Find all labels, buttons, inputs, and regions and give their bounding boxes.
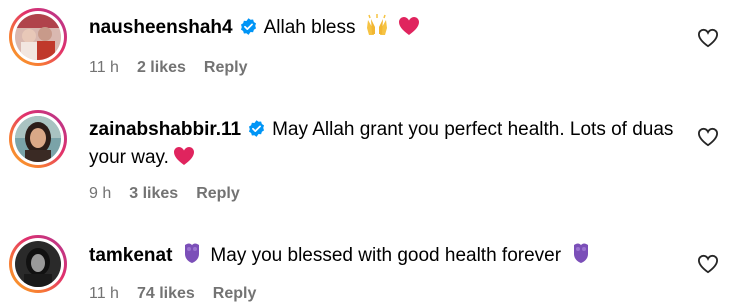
avatar	[15, 14, 61, 60]
avatar-story-ring[interactable]	[9, 8, 67, 66]
avatar-story-ring[interactable]	[9, 110, 67, 168]
likes-count-link[interactable]: 74 likes	[137, 285, 195, 302]
red-heart-emoji	[173, 147, 194, 165]
comment-text: May you blessed with good health forever	[210, 245, 562, 266]
username-link[interactable]: nausheenshah4	[89, 17, 233, 38]
comment-timestamp: 11 h	[89, 285, 119, 302]
comment-body: nausheenshah4 Allah bless	[89, 14, 679, 42]
verified-badge-icon	[240, 18, 256, 35]
comment-meta: 11 h 2 likes Reply	[89, 58, 265, 78]
comment-timestamp: 9 h	[89, 185, 112, 202]
username-link[interactable]: zainabshabbir.11	[89, 119, 241, 140]
avatar	[15, 241, 61, 287]
avatar	[15, 116, 61, 162]
purple-shield-emoji	[574, 243, 589, 263]
like-heart-icon[interactable]	[697, 28, 719, 48]
reply-button[interactable]: Reply	[213, 285, 257, 302]
username-link[interactable]: tamkenat	[89, 245, 172, 266]
comment-timestamp: 11 h	[89, 59, 119, 76]
verified-badge-icon	[249, 120, 265, 137]
like-heart-icon[interactable]	[697, 127, 719, 147]
avatar-story-ring[interactable]	[9, 235, 67, 293]
comment-meta: 11 h 74 likes Reply	[89, 284, 274, 304]
comment-body: zainabshabbir.11 May Allah grant you perf…	[89, 116, 679, 172]
comment-meta: 9 h 3 likes Reply	[89, 184, 258, 204]
reply-button[interactable]: Reply	[204, 59, 248, 76]
comment-text: Allah bless	[263, 17, 356, 38]
likes-count-link[interactable]: 3 likes	[129, 185, 178, 202]
red-heart-emoji	[399, 17, 420, 35]
like-heart-icon[interactable]	[697, 254, 719, 274]
reply-button[interactable]: Reply	[196, 185, 240, 202]
likes-count-link[interactable]: 2 likes	[137, 59, 186, 76]
raised-hands-emoji	[366, 14, 387, 35]
comment-body: tamkenat May you blessed with good health…	[89, 242, 679, 270]
purple-shield-emoji	[185, 243, 200, 263]
